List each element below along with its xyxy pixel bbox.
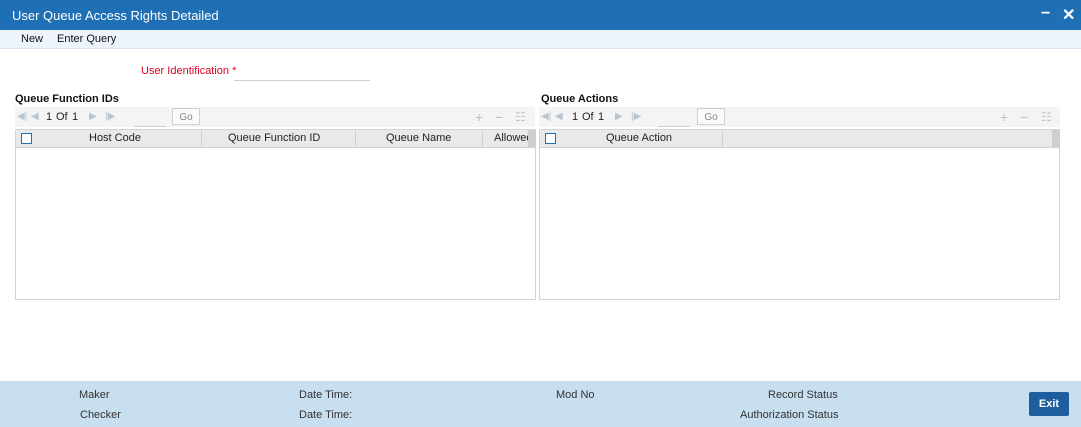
page-current: 1 xyxy=(46,111,53,123)
authorization-status-label: Authorization Status xyxy=(740,409,839,421)
next-page-icon[interactable]: ▶ xyxy=(89,111,97,122)
plus-icon[interactable]: + xyxy=(475,109,483,125)
page-total: 1 xyxy=(598,111,605,123)
column-header[interactable]: Queue Name xyxy=(386,132,451,144)
column-divider xyxy=(201,130,202,147)
page-number-input[interactable] xyxy=(134,110,166,127)
page-of-label: Of xyxy=(56,111,68,123)
first-page-icon[interactable]: ◀| xyxy=(541,111,551,122)
next-page-icon[interactable]: ▶ xyxy=(615,111,623,122)
user-identification-input[interactable] xyxy=(234,62,370,81)
menu-bar: New Enter Query xyxy=(0,30,1081,49)
select-all-checkbox[interactable] xyxy=(21,133,32,144)
column-header[interactable]: Allowed xyxy=(494,132,529,144)
mod-no-label: Mod No xyxy=(556,389,595,401)
checker-date-time-label: Date Time: xyxy=(299,409,353,421)
grid-scrollbar[interactable] xyxy=(1052,130,1060,147)
queue-function-ids-toolbar: ◀| ◀ 1 Of 1 ▶ |▶ Go + − ☷ xyxy=(15,107,535,127)
minimize-icon[interactable]: − xyxy=(1041,5,1050,23)
go-button[interactable]: Go xyxy=(172,108,200,125)
page-total: 1 xyxy=(72,111,79,123)
minus-icon[interactable]: − xyxy=(495,109,503,125)
grid-header: Queue Action xyxy=(540,130,1060,148)
column-divider xyxy=(482,130,483,147)
maker-label: Maker xyxy=(79,389,110,401)
record-status-label: Record Status xyxy=(768,389,838,401)
queue-actions-toolbar: ◀| ◀ 1 Of 1 ▶ |▶ Go + − ☷ xyxy=(539,107,1060,127)
first-page-icon[interactable]: ◀| xyxy=(17,111,27,122)
column-header[interactable]: Queue Function ID xyxy=(228,132,320,144)
menu-new[interactable]: New xyxy=(21,33,43,45)
minus-icon[interactable]: − xyxy=(1020,109,1028,125)
queue-function-ids-grid: Host Code Queue Function ID Queue Name A… xyxy=(15,129,536,300)
grid-scrollbar[interactable] xyxy=(528,130,536,147)
close-icon[interactable]: ✕ xyxy=(1062,5,1075,25)
list-icon[interactable]: ☷ xyxy=(1041,110,1052,124)
column-divider xyxy=(722,130,723,147)
page-number-input[interactable] xyxy=(658,110,690,127)
last-page-icon[interactable]: |▶ xyxy=(105,111,115,122)
last-page-icon[interactable]: |▶ xyxy=(631,111,641,122)
prev-page-icon[interactable]: ◀ xyxy=(31,111,39,122)
page-current: 1 xyxy=(572,111,579,123)
go-button[interactable]: Go xyxy=(697,108,725,125)
column-header[interactable]: Queue Action xyxy=(606,132,672,144)
select-all-checkbox[interactable] xyxy=(545,133,556,144)
exit-button[interactable]: Exit xyxy=(1029,392,1069,416)
user-identification-label: User Identification * xyxy=(141,65,236,77)
prev-page-icon[interactable]: ◀ xyxy=(555,111,563,122)
window-title: User Queue Access Rights Detailed xyxy=(12,8,219,23)
column-header[interactable]: Host Code xyxy=(89,132,141,144)
audit-footer: Maker Checker Date Time: Date Time: Mod … xyxy=(0,381,1081,427)
plus-icon[interactable]: + xyxy=(1000,109,1008,125)
queue-actions-grid: Queue Action xyxy=(539,129,1060,300)
page-of-label: Of xyxy=(582,111,594,123)
maker-date-time-label: Date Time: xyxy=(299,389,353,401)
queue-function-ids-title: Queue Function IDs xyxy=(15,93,119,105)
menu-enter-query[interactable]: Enter Query xyxy=(57,33,116,45)
column-divider xyxy=(355,130,356,147)
window-title-bar: User Queue Access Rights Detailed − ✕ xyxy=(0,0,1081,30)
checker-label: Checker xyxy=(80,409,121,421)
list-icon[interactable]: ☷ xyxy=(515,110,526,124)
queue-actions-title: Queue Actions xyxy=(541,93,619,105)
grid-header: Host Code Queue Function ID Queue Name A… xyxy=(16,130,536,148)
user-identification-label-text: User Identification xyxy=(141,65,230,77)
